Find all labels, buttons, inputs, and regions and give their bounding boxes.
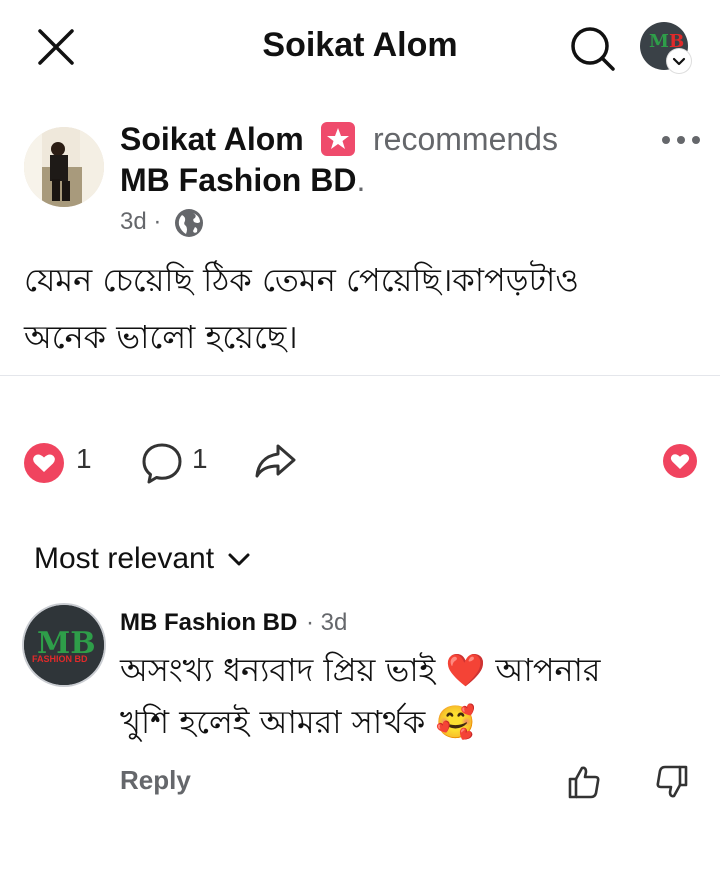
comment-timestamp: · 3d — [306, 609, 348, 636]
page-name-suffix: . — [356, 162, 366, 198]
heart-icon — [24, 443, 64, 483]
reactions-button[interactable] — [22, 441, 66, 485]
heart-icon — [663, 444, 697, 478]
reaction-count[interactable]: 1 — [76, 443, 92, 475]
reply-button[interactable]: Reply — [120, 765, 191, 796]
logo-subtext: FASHION BD — [32, 654, 88, 664]
star-badge-icon — [327, 128, 349, 149]
avatar-photo — [24, 127, 104, 207]
thumb-up-icon — [568, 766, 600, 799]
my-reaction-heart[interactable] — [662, 443, 698, 479]
upvote-button[interactable] — [564, 762, 604, 802]
author-avatar[interactable] — [24, 127, 104, 207]
avatar-menu-toggle[interactable] — [667, 49, 691, 73]
comment-text-part: অসংখ্য ধন্যবাদ প্রিয় ভাই — [120, 651, 446, 689]
mb-logo-icon: MB FASHION BD — [24, 605, 104, 685]
smiling-hearts-emoji-icon: 🥰 — [435, 703, 476, 741]
post-text-line: যেমন চেয়েছি ঠিক তেমন পেয়েছি।কাপড়টাও — [24, 261, 579, 299]
commenter-avatar[interactable]: MB FASHION BD — [24, 605, 104, 685]
comment-button[interactable] — [140, 441, 184, 485]
recommendation-badge — [321, 122, 355, 156]
downvote-button[interactable] — [652, 762, 692, 802]
comment-text-part: আপনার — [485, 651, 601, 689]
post-author-name[interactable]: Soikat Alom — [120, 121, 304, 158]
comment-icon — [142, 443, 182, 484]
divider — [0, 375, 720, 376]
more-options-button[interactable] — [660, 128, 702, 152]
share-button[interactable] — [252, 438, 298, 484]
red-heart-emoji-icon: ❤️ — [445, 651, 486, 689]
comment-author-name[interactable]: MB Fashion BD — [120, 609, 297, 637]
comment-sort-button[interactable]: Most relevant — [34, 542, 252, 576]
post-timestamp[interactable]: 3d · — [120, 208, 161, 236]
comment-text-part: খুশি হলেই আমরা সার্থক — [120, 703, 436, 741]
comment-text-line: খুশি হলেই আমরা সার্থক 🥰 — [120, 696, 680, 748]
comment-body: অসংখ্য ধন্যবাদ প্রিয় ভাই ❤️ আপনার খুশি … — [120, 644, 680, 748]
chevron-down-icon — [228, 553, 250, 566]
recommended-page-name[interactable]: MB Fashion BD. — [120, 162, 365, 199]
recommends-label: recommends — [373, 121, 558, 157]
comment-text-line: অসংখ্য ধন্যবাদ প্রিয় ভাই ❤️ আপনার — [120, 644, 680, 696]
share-icon — [255, 444, 296, 478]
globe-icon — [173, 207, 205, 239]
comment-count[interactable]: 1 — [192, 443, 208, 475]
sort-label: Most relevant — [34, 542, 215, 575]
post-text-line: অনেক ভালো হয়েছে। — [24, 318, 298, 356]
post-body: যেমন চেয়েছি ঠিক তেমন পেয়েছি।কাপড়টাও অ… — [24, 252, 684, 366]
chevron-down-icon — [672, 57, 686, 66]
search-icon — [571, 27, 615, 71]
thumb-down-icon — [656, 765, 688, 798]
search-button[interactable] — [568, 24, 618, 74]
page-name-text: MB Fashion BD — [120, 162, 357, 198]
more-icon — [662, 136, 700, 144]
